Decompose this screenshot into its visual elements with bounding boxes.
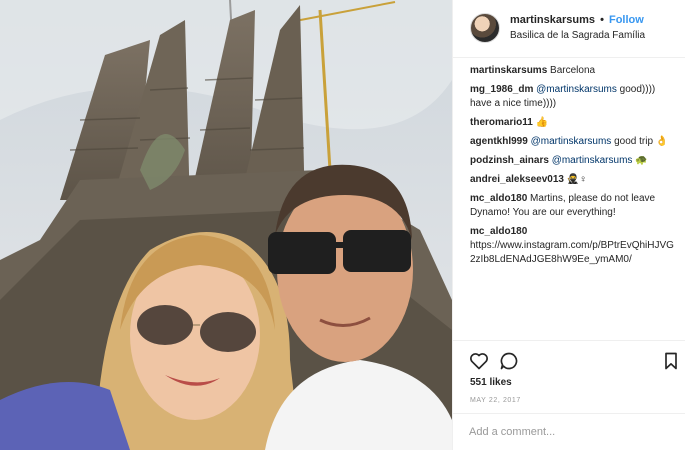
location-link[interactable]: Basilica de la Sagrada Família [510, 30, 645, 41]
comment-text: good trip [614, 136, 654, 147]
comment-item: martinskarsums Barcelona [470, 64, 676, 78]
comment-author[interactable]: andrei_alekseev013 [470, 174, 564, 185]
comment-author[interactable]: agentkhl999 [470, 136, 528, 147]
bookmark-icon[interactable] [661, 351, 681, 371]
comment-author[interactable]: theromario11 [470, 117, 533, 128]
heart-icon[interactable] [469, 351, 489, 371]
sagrada-familia-selfie-image [0, 0, 452, 450]
comment-author[interactable]: mc_aldo180 [470, 193, 527, 204]
comment-item: mc_aldo180 https://www.instagram.com/p/B… [470, 225, 676, 267]
separator-dot: • [600, 14, 604, 26]
add-comment-bar [453, 413, 685, 450]
comment-author[interactable]: martinskarsums [470, 65, 547, 76]
comment-item: theromario11 👍 [470, 116, 676, 130]
comment-icon[interactable] [499, 351, 519, 371]
post-header: martinskarsums • Follow Basilica de la S… [453, 0, 685, 58]
comment-author[interactable]: mc_aldo180 [470, 226, 527, 237]
post-actions: 551 likes MAY 22, 2017 [453, 340, 685, 450]
username-link[interactable]: martinskarsums [510, 14, 595, 26]
emoji-pair: 🥷♀ [566, 174, 587, 185]
post-sidebar: martinskarsums • Follow Basilica de la S… [452, 0, 685, 450]
comment-item: podzinsh_ainars @martinskarsums 🐢 [470, 154, 676, 168]
thumbs-up-emoji: 👍 [535, 117, 549, 128]
comment-item: agentkhl999 @martinskarsums good trip 👌 [470, 135, 676, 149]
post-photo[interactable] [0, 0, 452, 450]
header-line: martinskarsums • Follow [510, 14, 644, 26]
follow-button[interactable]: Follow [609, 14, 644, 26]
comment-item: andrei_alekseev013 🥷♀ [470, 173, 676, 187]
likes-count[interactable]: 551 likes [470, 377, 512, 388]
avatar[interactable] [470, 13, 500, 43]
comment-link[interactable]: https://www.instagram.com/p/BPtrEvQhiHJV… [470, 240, 674, 265]
comment-author[interactable]: mg_1986_dm [470, 84, 533, 95]
turtle-emoji: 🐢 [635, 155, 648, 166]
comment-item: mg_1986_dm @martinskarsums good)))) have… [470, 83, 676, 111]
comment-mention[interactable]: @martinskarsums [552, 155, 633, 166]
post-date: MAY 22, 2017 [470, 397, 521, 404]
add-comment-input[interactable] [469, 422, 669, 442]
comment-author[interactable]: podzinsh_ainars [470, 155, 549, 166]
comment-mention[interactable]: @martinskarsums [531, 136, 612, 147]
comment-item: mc_aldo180 Martins, please do not leave … [470, 192, 676, 220]
ok-hand-emoji: 👌 [655, 136, 669, 147]
comment-mention[interactable]: @martinskarsums [536, 84, 617, 95]
comments-list: martinskarsums Barcelona mg_1986_dm @mar… [470, 64, 676, 272]
comment-text: Barcelona [550, 65, 596, 76]
